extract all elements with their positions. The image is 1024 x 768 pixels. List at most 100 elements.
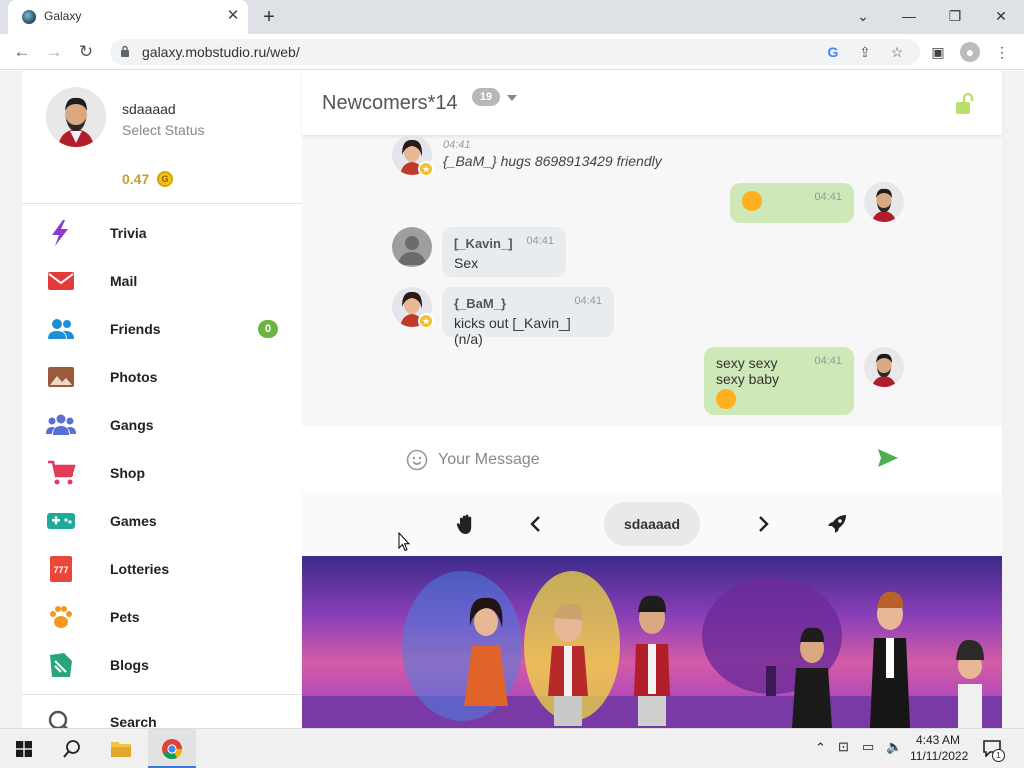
emoji-smile-icon[interactable] xyxy=(406,449,428,471)
gangs-icon xyxy=(46,414,76,435)
username: sdaaaad xyxy=(122,101,176,117)
chat-header: Newcomers*14 19 xyxy=(302,71,1002,135)
sidebar-item-label: Friends xyxy=(110,321,161,337)
page-content: sdaaaad Select Status 0.47 G Trivia Mail xyxy=(0,71,1024,728)
paw-icon xyxy=(50,606,72,628)
reload-button[interactable]: ↻ xyxy=(74,40,98,64)
menu-kebab-icon[interactable]: ⋮ xyxy=(992,42,1012,62)
blog-icon xyxy=(50,653,72,677)
promo-banner-image[interactable] xyxy=(302,556,1002,728)
clock-time[interactable]: 4:43 AM xyxy=(916,733,960,747)
sidebar-item-photos[interactable]: Photos xyxy=(22,353,302,401)
bookmark-star-icon[interactable]: ☆ xyxy=(887,42,907,62)
google-icon[interactable]: G xyxy=(823,42,843,62)
avatar[interactable] xyxy=(46,87,106,147)
tray-chevron-up-icon[interactable]: ⌃ xyxy=(815,740,826,756)
message-line: sexy baby xyxy=(716,371,780,387)
browser-tab[interactable]: Galaxy ✕ xyxy=(8,0,248,34)
sidebar-item-pets[interactable]: Pets xyxy=(22,593,302,641)
network-icon[interactable]: ▭ xyxy=(862,739,874,755)
message-sender[interactable]: {_BaM_} xyxy=(454,296,506,311)
gamepad-icon xyxy=(47,513,75,529)
svg-text:777: 777 xyxy=(53,565,68,575)
close-window-button[interactable]: ✕ xyxy=(988,4,1014,28)
galaxy-favicon-icon xyxy=(22,10,36,24)
coin-balance: 0.47 xyxy=(122,171,150,187)
restore-button[interactable]: ❐ xyxy=(942,4,968,28)
hand-wave-icon[interactable] xyxy=(455,513,477,535)
clock-date[interactable]: 11/11/2022 xyxy=(910,749,968,763)
sidebar-item-label: Gangs xyxy=(110,417,154,433)
divider xyxy=(22,694,302,695)
profile-icon[interactable]: ● xyxy=(960,42,980,62)
user-switcher-pill[interactable]: sdaaaad xyxy=(604,502,700,546)
lightning-icon xyxy=(52,220,68,246)
room-user-count-badge: 19 xyxy=(472,88,500,106)
tab-search-chevron-icon[interactable]: ⌄ xyxy=(850,4,876,28)
sidebar-item-games[interactable]: Games xyxy=(22,497,302,545)
mouse-cursor-icon xyxy=(398,532,410,552)
avatar[interactable] xyxy=(864,182,904,222)
windows-start-icon[interactable] xyxy=(16,741,32,757)
side-panel-icon[interactable]: ▣ xyxy=(928,42,948,62)
ticket-icon: 777 xyxy=(50,556,72,582)
sidebar-item-mail[interactable]: Mail xyxy=(22,257,302,305)
sidebar-item-trivia[interactable]: Trivia xyxy=(22,209,302,257)
minimize-button[interactable]: — xyxy=(896,4,922,28)
coin-icon: G xyxy=(157,171,173,187)
sidebar-item-label: Shop xyxy=(110,465,145,481)
avatar[interactable] xyxy=(864,347,904,387)
sidebar-item-blogs[interactable]: Blogs xyxy=(22,641,302,689)
incoming-message: {_BaM_} 04:41 kicks out [_Kavin_] (n/a) xyxy=(442,287,614,347)
chevron-left-icon[interactable] xyxy=(525,513,547,535)
star-badge-icon: ★ xyxy=(418,161,434,177)
tray-device-icon[interactable]: ⊡ xyxy=(838,739,849,755)
sidebar-item-shop[interactable]: Shop xyxy=(22,449,302,497)
file-explorer-icon[interactable] xyxy=(110,739,132,759)
message-sender[interactable]: [_Kavin_] xyxy=(454,236,513,251)
sidebar-item-gangs[interactable]: Gangs xyxy=(22,401,302,449)
address-bar[interactable]: galaxy.mobstudio.ru/web/ G ⇪ ☆ xyxy=(110,39,920,65)
star-badge-icon: ★ xyxy=(418,313,434,329)
room-title[interactable]: Newcomers*14 xyxy=(322,92,458,115)
unlock-icon[interactable] xyxy=(954,93,976,115)
avatar[interactable] xyxy=(392,227,432,267)
message-time: 04:41 xyxy=(574,295,602,307)
chevron-down-icon[interactable] xyxy=(507,95,517,101)
rocket-icon[interactable] xyxy=(826,513,848,535)
sidebar-item-label: Games xyxy=(110,513,157,529)
volume-icon[interactable]: 🔈 xyxy=(886,739,902,755)
chevron-right-icon[interactable] xyxy=(752,513,774,535)
url-text: galaxy.mobstudio.ru/web/ xyxy=(142,44,300,60)
status-selector[interactable]: Select Status xyxy=(122,122,205,138)
forward-button[interactable]: → xyxy=(42,40,66,64)
tab-title: Galaxy xyxy=(44,9,82,23)
new-tab-button[interactable]: + xyxy=(258,6,280,28)
taskbar-search-icon[interactable] xyxy=(62,739,82,759)
sidebar-item-lotteries[interactable]: 777 Lotteries xyxy=(22,545,302,593)
sidebar-item-label: Lotteries xyxy=(110,561,170,577)
outgoing-message: 04:41 sexy sexy sexy baby xyxy=(704,347,854,415)
sidebar-item-label: Mail xyxy=(110,273,138,289)
sidebar-item-search[interactable]: Search xyxy=(22,698,302,728)
send-icon[interactable] xyxy=(877,447,899,469)
message-input[interactable] xyxy=(438,446,858,474)
chrome-icon xyxy=(162,739,183,760)
sidebar: sdaaaad Select Status 0.47 G Trivia Mail xyxy=(22,71,302,728)
mail-icon xyxy=(48,272,74,290)
share-icon[interactable]: ⇪ xyxy=(855,42,875,62)
back-button[interactable]: ← xyxy=(10,40,34,64)
chat-panel: Newcomers*14 19 ★ 04:41 {_BaM_} hugs 869… xyxy=(302,71,1002,556)
photos-icon xyxy=(48,367,74,387)
browser-tab-strip: Galaxy ✕ + ⌄ — ❐ ✕ xyxy=(0,0,1024,34)
message-text: kicks out [_Kavin_] (n/a) xyxy=(454,315,571,347)
message-time: 04:41 xyxy=(443,139,471,151)
tab-close-icon[interactable]: ✕ xyxy=(224,7,242,25)
divider xyxy=(22,203,302,204)
message-composer xyxy=(302,426,1002,492)
notification-count-badge: 1 xyxy=(992,749,1005,762)
friends-icon xyxy=(48,319,74,339)
taskbar-chrome-button[interactable] xyxy=(148,729,196,768)
sidebar-item-friends[interactable]: Friends 0 xyxy=(22,305,302,353)
sidebar-item-label: Photos xyxy=(110,369,158,385)
